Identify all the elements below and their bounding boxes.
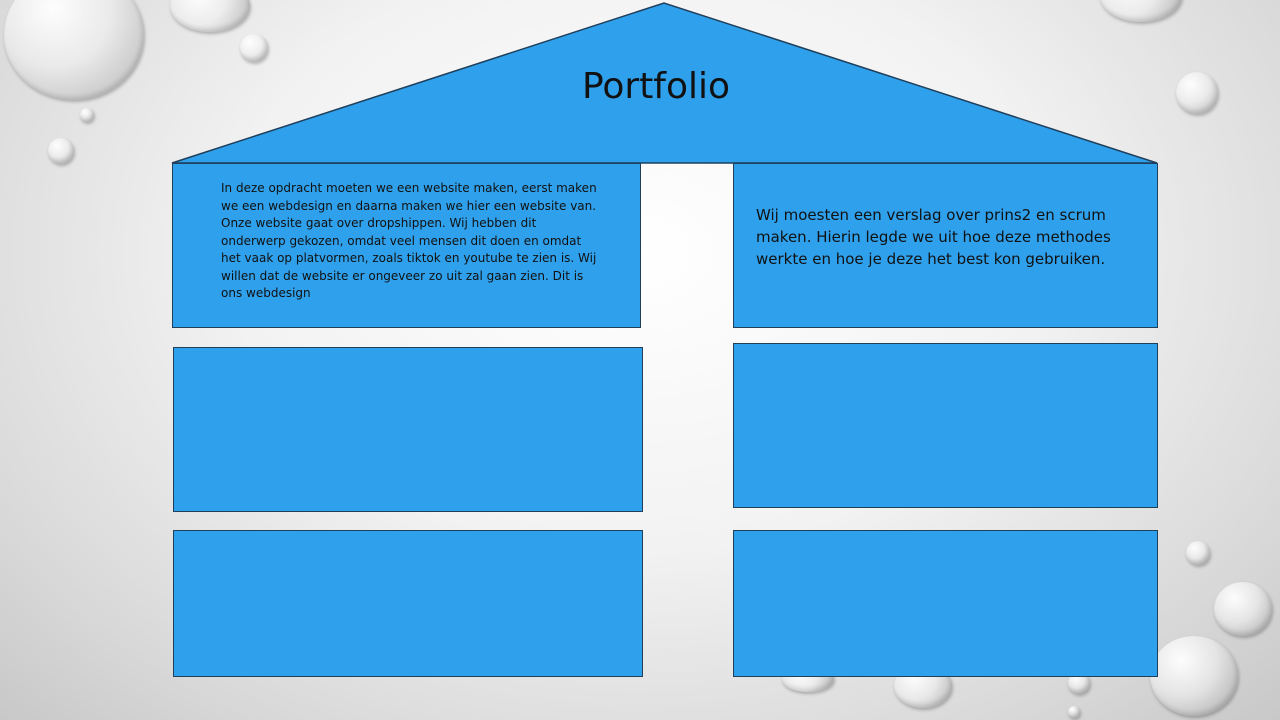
content-box-middle-left xyxy=(173,347,643,512)
content-box-middle-right xyxy=(733,343,1158,508)
content-box-bottom-left xyxy=(173,530,643,677)
report-description-text: Wij moesten een verslag over prins2 en s… xyxy=(756,206,1111,268)
content-box-bottom-right xyxy=(733,530,1158,677)
slide-title: Portfolio xyxy=(581,66,731,107)
content-box-top-left: In deze opdracht moeten we een website m… xyxy=(172,163,641,328)
content-box-top-right: Wij moesten een verslag over prins2 en s… xyxy=(733,163,1158,328)
webdesign-description-text: In deze opdracht moeten we een website m… xyxy=(221,181,597,300)
